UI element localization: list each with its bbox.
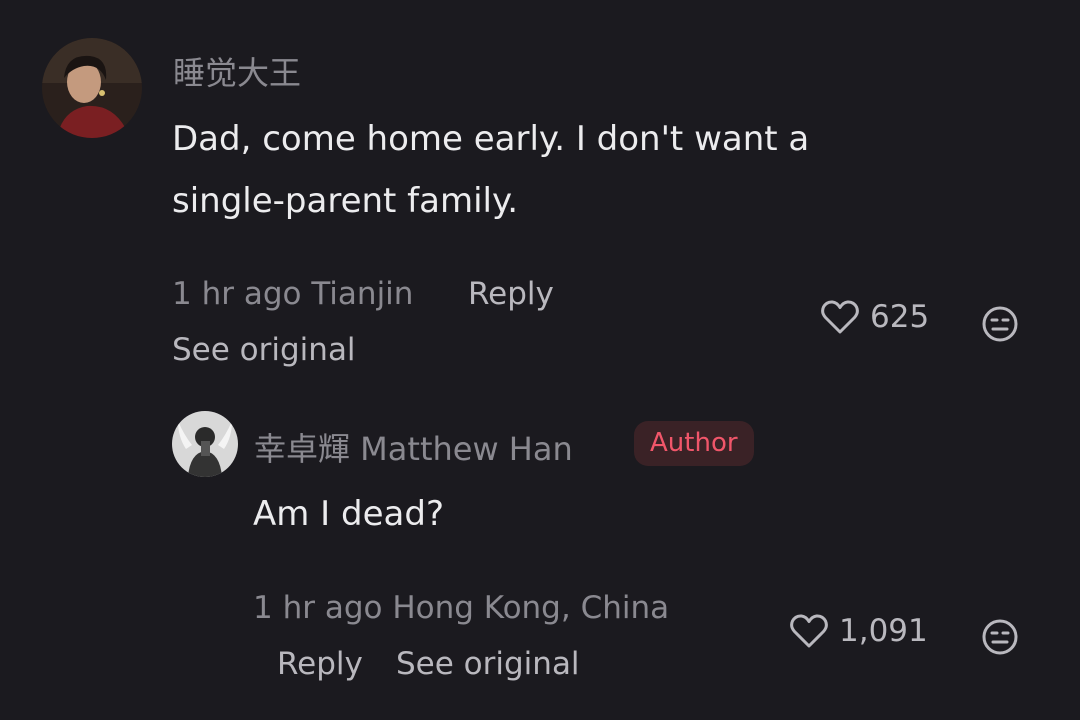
dislike-button[interactable]: [981, 305, 1019, 347]
reply-location: Hong Kong, China: [392, 590, 670, 626]
comment-text-line: single-parent family.: [172, 181, 519, 221]
see-original-button[interactable]: See original: [172, 332, 356, 368]
comment-meta: 1 hr ago Tianjin: [172, 276, 413, 312]
reply-meta: 1 hr ago Hong Kong, China: [253, 590, 669, 626]
dislike-button[interactable]: [981, 618, 1019, 660]
reply-text: Am I dead?: [253, 483, 444, 545]
like-count: 1,091: [839, 613, 928, 649]
reply-button[interactable]: Reply: [468, 276, 554, 312]
commenter-username[interactable]: 睡觉大王: [173, 48, 301, 94]
author-username[interactable]: 幸卓輝 Matthew Han: [254, 424, 573, 470]
reply-time: 1 hr ago: [253, 590, 383, 626]
user-photo-avatar-icon: [172, 411, 238, 477]
like-count: 625: [870, 299, 930, 335]
comment-text-line: Dad, come home early. I don't want a: [172, 119, 810, 159]
like-button[interactable]: 1,091: [789, 613, 928, 649]
reply-button[interactable]: Reply: [277, 646, 363, 682]
author-avatar[interactable]: [172, 411, 238, 477]
heart-outline-icon: [821, 300, 859, 334]
like-button[interactable]: 625: [820, 299, 929, 335]
author-badge: Author: [634, 421, 754, 466]
neutral-face-icon: [982, 306, 1018, 342]
comments-screen: 睡觉大王 Dad, come home early. I don't want …: [0, 0, 1080, 720]
user-photo-avatar-icon: [42, 38, 142, 138]
comment-text-line: Am I dead?: [253, 494, 444, 534]
neutral-face-icon: [982, 619, 1018, 655]
commenter-avatar[interactable]: [42, 38, 142, 138]
comment-location: Tianjin: [311, 276, 414, 312]
see-original-button[interactable]: See original: [396, 646, 580, 682]
comment-text: Dad, come home early. I don't want a sin…: [172, 108, 809, 232]
heart-outline-icon: [790, 614, 828, 648]
comment-time: 1 hr ago: [172, 276, 302, 312]
